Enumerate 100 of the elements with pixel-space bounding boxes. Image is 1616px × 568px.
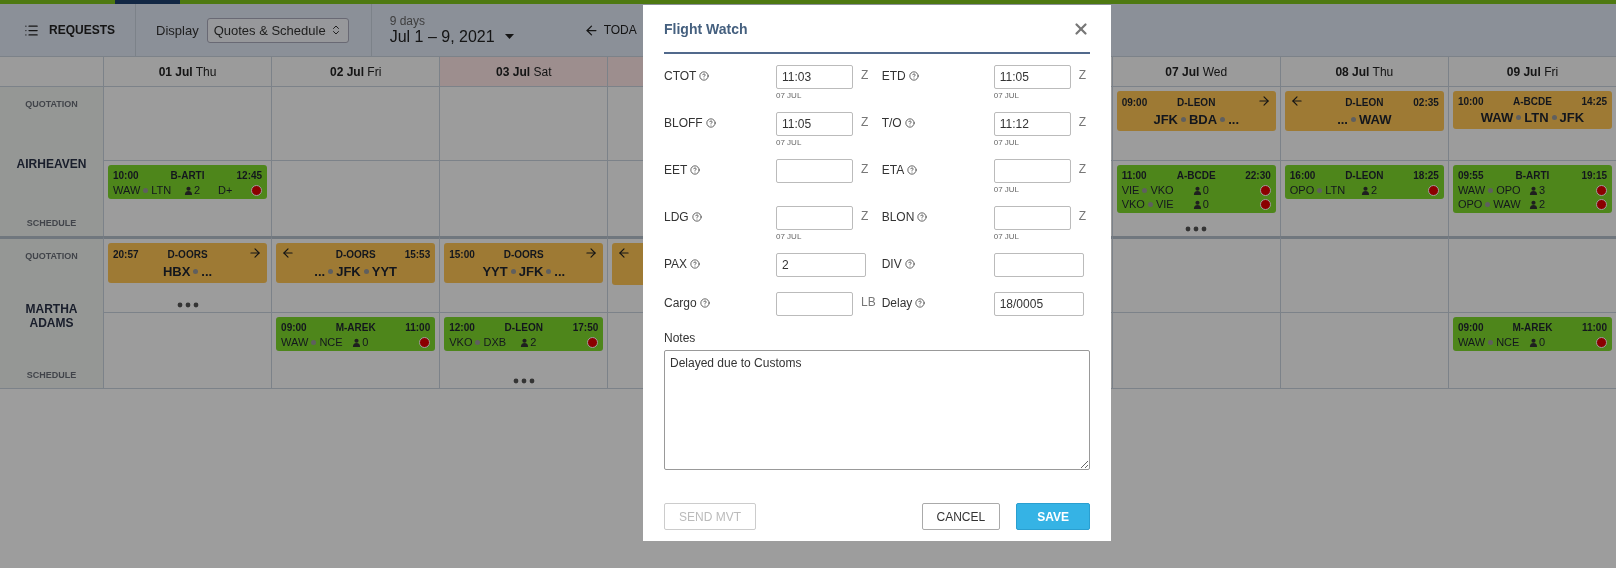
start-time: 11:00 bbox=[1121, 169, 1147, 181]
separator-dot bbox=[1147, 201, 1153, 207]
aircraft-registration: M-AREK bbox=[1512, 321, 1553, 333]
flight-card[interactable]: 09:55 B-ARTI 19:15 WAW OPO 3 OPO WAW 2 bbox=[1452, 165, 1612, 213]
resource-name: AIRHEAVEN bbox=[16, 156, 87, 171]
end-time: 17:50 bbox=[572, 321, 599, 333]
airport-code: JFK bbox=[336, 264, 361, 279]
caret-icon[interactable] bbox=[504, 33, 514, 39]
quotation-card[interactable]: 15:00 D-OORS YYT JFK ... bbox=[444, 243, 604, 283]
help-icon[interactable] bbox=[690, 259, 701, 269]
end-time: 12:45 bbox=[236, 169, 263, 181]
calendar-cell[interactable] bbox=[103, 87, 272, 161]
day-label: 08 Jul Thu bbox=[1335, 64, 1394, 79]
field-label: CTOT bbox=[664, 65, 776, 87]
text-field[interactable]: 18/0005 bbox=[993, 292, 1084, 316]
passenger-count: 3 bbox=[1539, 184, 1546, 196]
help-icon[interactable] bbox=[917, 212, 928, 222]
start-time: 09:00 bbox=[1121, 96, 1148, 108]
text-field[interactable]: 11:05 bbox=[993, 65, 1071, 89]
display-select[interactable]: Quotes & Schedule bbox=[206, 17, 349, 43]
more-icon[interactable] bbox=[1185, 226, 1208, 232]
quotation-card[interactable]: 09:00 D-LEON JFK BDA ... bbox=[1116, 91, 1276, 131]
passenger-count: 0 bbox=[1202, 198, 1209, 210]
date-label: 07 JUL bbox=[776, 138, 803, 147]
calendar-cell[interactable]: 20:57 D-OORS HBX ... bbox=[103, 236, 272, 313]
person-icon bbox=[1192, 199, 1202, 209]
help-icon[interactable] bbox=[908, 71, 919, 81]
more-icon[interactable] bbox=[512, 378, 535, 384]
help-icon[interactable] bbox=[699, 298, 710, 308]
flight-card[interactable]: 11:00 A-BCDE 22:30 VIE VKO 0 VKO VIE 0 bbox=[1116, 165, 1276, 213]
day-label: 03 Jul Sat bbox=[496, 64, 552, 79]
unit-label: Z bbox=[861, 209, 869, 225]
calendar-cell[interactable]: 10:00 A-BCDE 14:25 WAW LTN JFK bbox=[1447, 87, 1616, 161]
row-label: QUOTATION bbox=[25, 251, 78, 261]
today-button[interactable]: TODA bbox=[583, 22, 637, 38]
end-time: 02:35 bbox=[1413, 96, 1439, 108]
separator-dot bbox=[1181, 117, 1186, 122]
help-icon[interactable] bbox=[699, 71, 710, 81]
flight-card[interactable]: 10:00 B-ARTI 12:45 WAW LTN 2 D+ bbox=[108, 165, 268, 199]
save-button[interactable]: SAVE bbox=[1016, 503, 1090, 530]
calendar-cell[interactable]: D-OORS 15:53 ... JFK YYT bbox=[271, 236, 440, 313]
text-field[interactable] bbox=[776, 206, 853, 230]
calendar-cell[interactable] bbox=[439, 87, 608, 161]
flight-card[interactable]: 09:00 M-AREK 11:00 WAW NCE 0 bbox=[276, 317, 436, 351]
airport-code: OPO bbox=[1289, 184, 1315, 196]
person-icon bbox=[1529, 337, 1538, 347]
calendar-cell[interactable]: 09:00 D-LEON JFK BDA ... bbox=[1111, 87, 1280, 161]
separator-dot bbox=[1142, 187, 1148, 193]
cancel-button[interactable]: CANCEL bbox=[921, 503, 1001, 530]
help-icon[interactable] bbox=[904, 259, 915, 269]
quotation-card[interactable]: D-OORS 15:53 ... JFK YYT bbox=[276, 243, 436, 283]
text-field[interactable] bbox=[993, 253, 1084, 277]
flight-card[interactable]: 16:00 D-LEON 18:25 OPO LTN 2 bbox=[1284, 165, 1444, 199]
day-label: 09 Jul Fri bbox=[1506, 64, 1559, 79]
separator-dot bbox=[1351, 117, 1356, 122]
separator-dot bbox=[1516, 115, 1522, 120]
quotation-card[interactable]: D-LEON 02:35 ... WAW bbox=[1284, 91, 1444, 131]
calendar-cell[interactable] bbox=[1111, 236, 1280, 313]
airport-code: ... bbox=[314, 264, 326, 279]
calendar-cell[interactable] bbox=[1279, 236, 1448, 313]
calendar-cell[interactable]: D-LEON 02:35 ... WAW bbox=[1279, 87, 1448, 161]
separator-dot bbox=[143, 187, 149, 193]
field-label: T/O bbox=[881, 112, 994, 134]
quotation-card[interactable]: 20:57 D-OORS HBX ... bbox=[108, 243, 268, 283]
end-time: 15:53 bbox=[404, 248, 431, 260]
passenger-count: 2 bbox=[194, 184, 201, 196]
text-field[interactable] bbox=[776, 292, 853, 316]
text-field[interactable]: 11:12 bbox=[993, 112, 1071, 136]
help-icon[interactable] bbox=[690, 165, 701, 175]
airport-code: YYT bbox=[482, 264, 508, 279]
date-label: 07 JUL bbox=[993, 138, 1021, 147]
notes-field[interactable]: Delayed due to Customs bbox=[664, 350, 1090, 470]
field-label: ETA bbox=[881, 159, 994, 181]
flight-card[interactable]: 12:00 D-LEON 17:50 VKO DXB 2 bbox=[444, 317, 604, 351]
help-icon[interactable] bbox=[904, 118, 915, 128]
start-time: 12:00 bbox=[449, 321, 475, 333]
resource-name: MARTHA ADAMS bbox=[24, 301, 79, 330]
text-field[interactable]: 11:03 bbox=[776, 65, 853, 89]
help-icon[interactable] bbox=[907, 165, 918, 175]
date-range[interactable]: Jul 1 – 9, 2021 bbox=[389, 28, 495, 46]
text-field[interactable] bbox=[776, 159, 853, 183]
airport-code: ... bbox=[201, 264, 213, 279]
more-icon[interactable] bbox=[176, 302, 199, 308]
airport-code: VKO bbox=[449, 336, 473, 348]
text-field[interactable] bbox=[993, 206, 1071, 230]
date-label: 07 JUL bbox=[993, 232, 1021, 241]
quotation-card[interactable]: 10:00 A-BCDE 14:25 WAW LTN JFK bbox=[1452, 91, 1612, 129]
flight-card[interactable]: 09:00 M-AREK 11:00 WAW NCE 0 bbox=[1452, 317, 1612, 351]
help-icon[interactable] bbox=[915, 298, 926, 308]
help-icon[interactable] bbox=[705, 118, 716, 128]
text-field[interactable]: 2 bbox=[776, 253, 866, 277]
text-field[interactable]: 11:05 bbox=[776, 112, 853, 136]
requests-button[interactable]: REQUESTS bbox=[0, 4, 136, 56]
airport-code: ... bbox=[554, 264, 566, 279]
calendar-cell[interactable] bbox=[1447, 236, 1616, 313]
calendar-cell[interactable]: 15:00 D-OORS YYT JFK ... bbox=[439, 236, 608, 313]
start-time: 15:00 bbox=[449, 248, 475, 260]
help-icon[interactable] bbox=[691, 212, 702, 222]
calendar-cell[interactable] bbox=[271, 87, 440, 161]
text-field[interactable] bbox=[993, 159, 1071, 183]
